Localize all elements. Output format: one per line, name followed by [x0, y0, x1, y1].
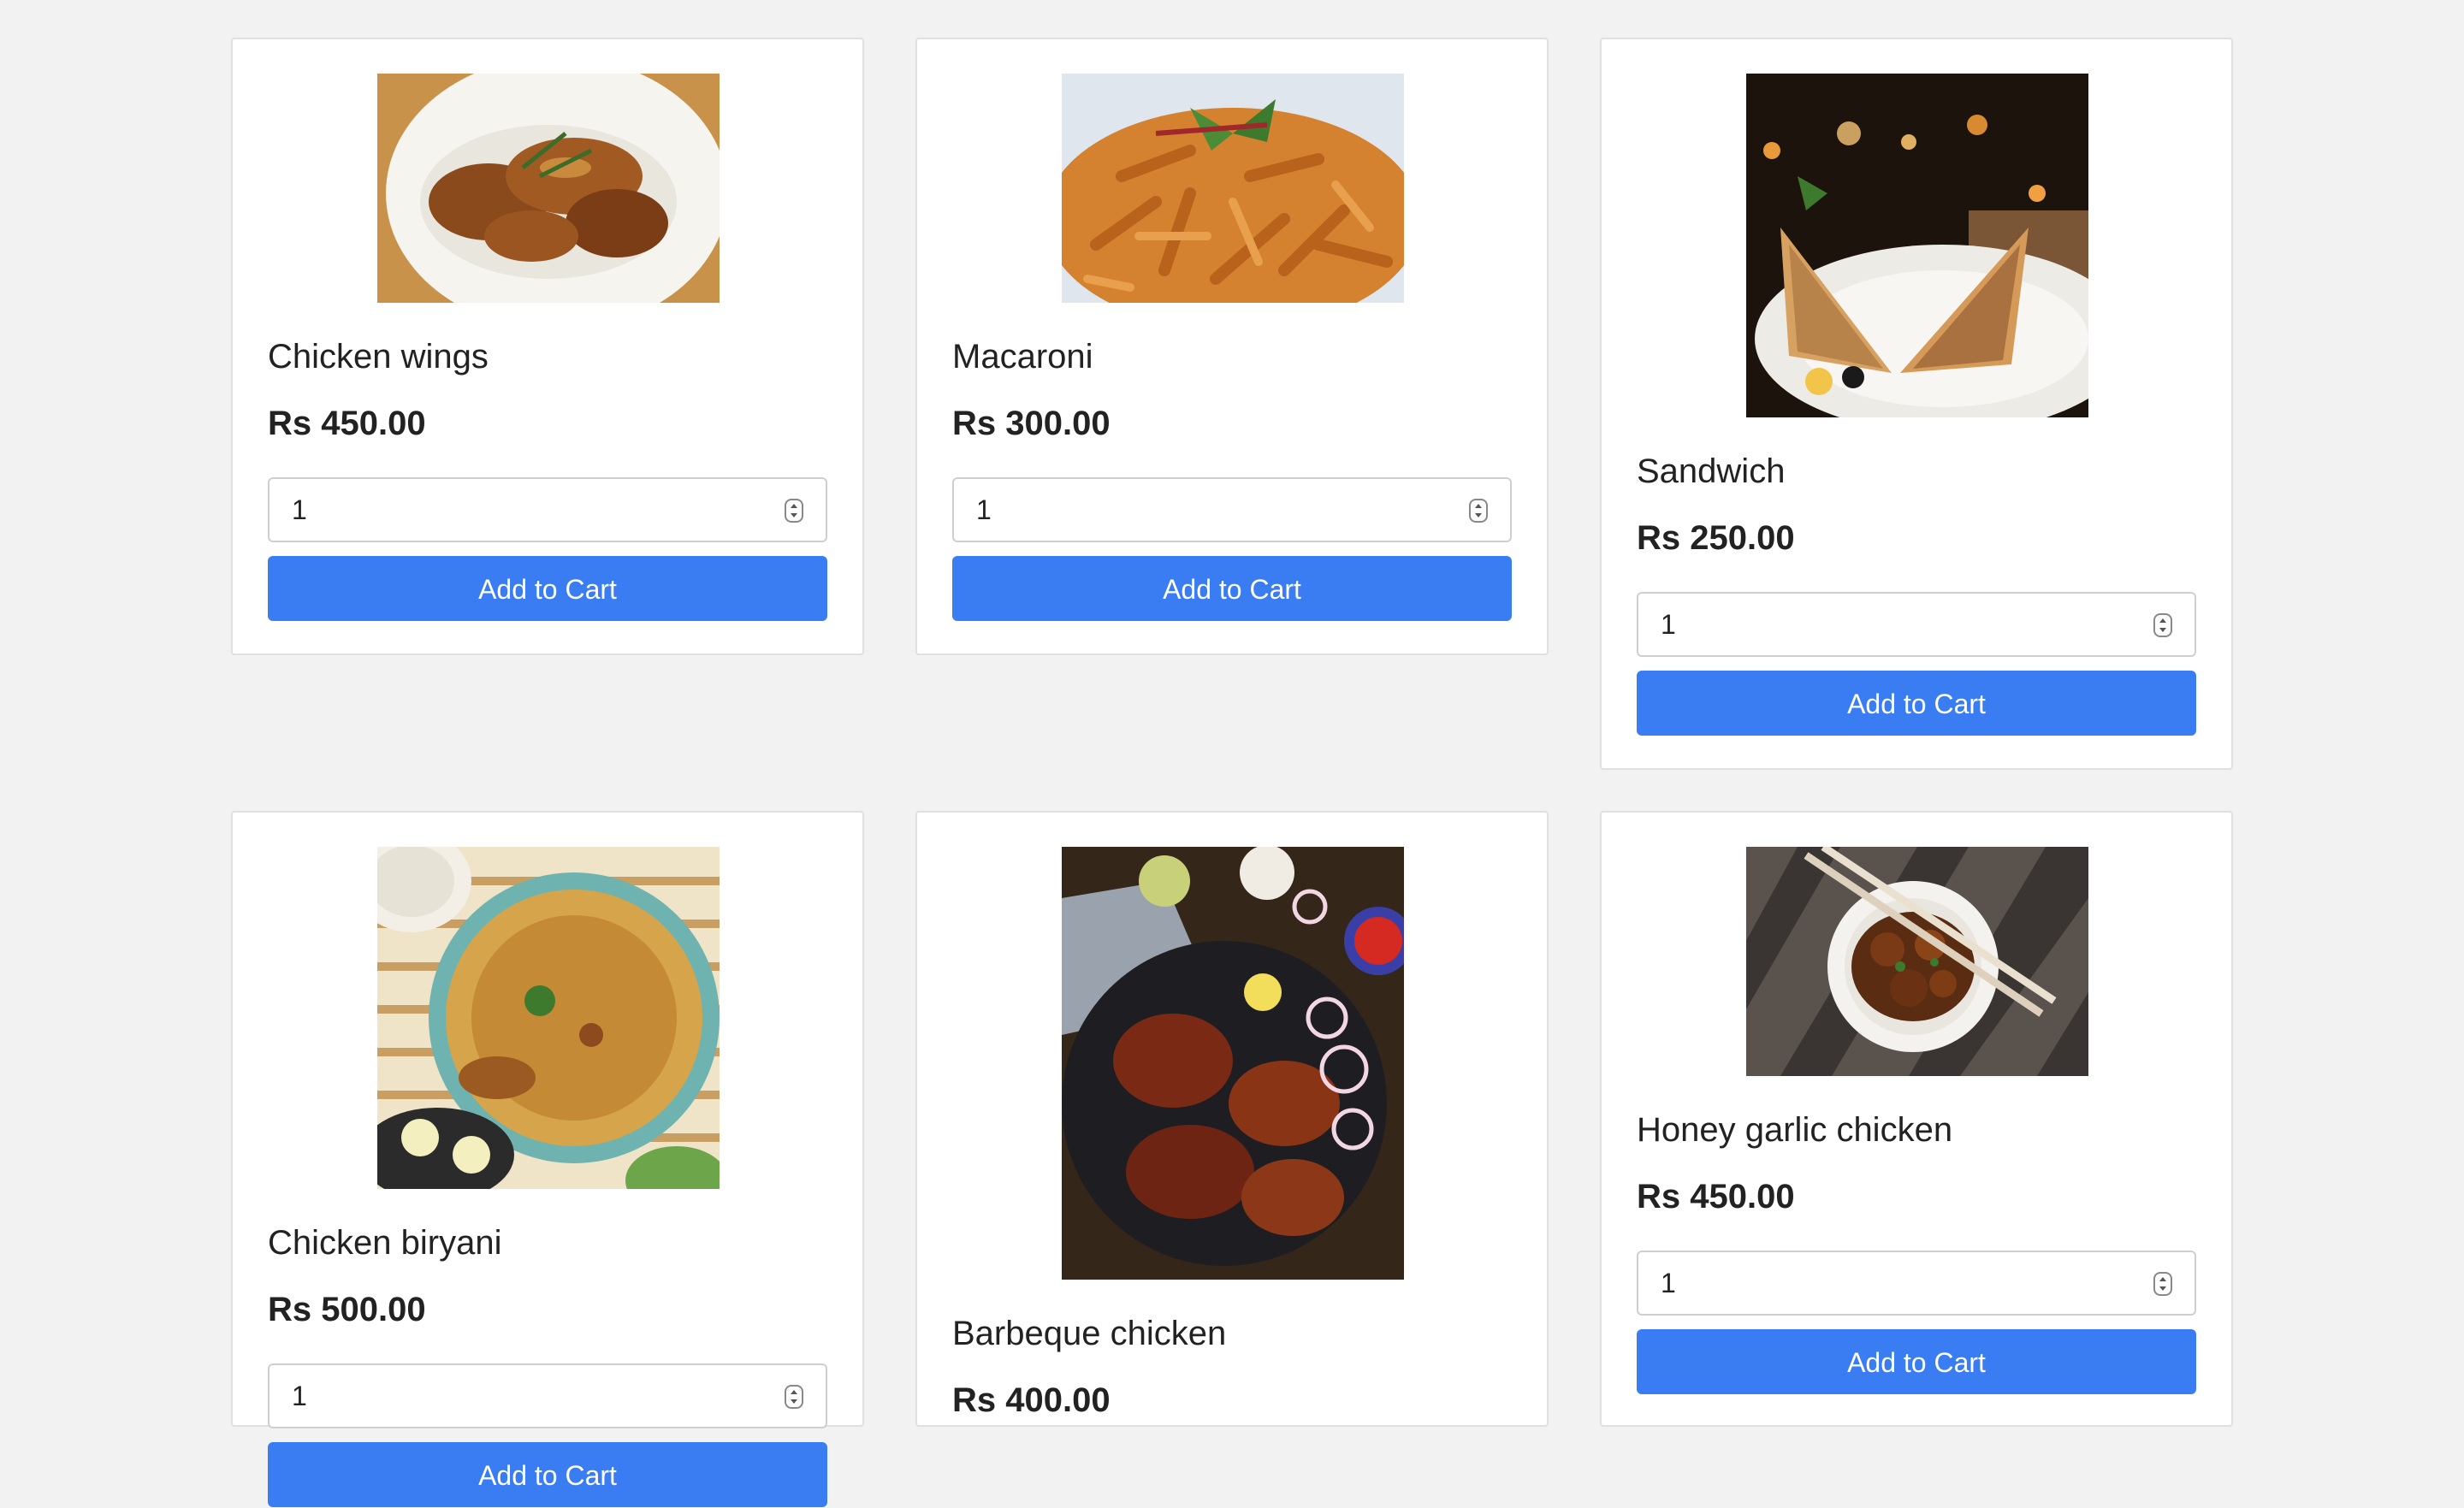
stepper-arrows-icon[interactable] [785, 499, 803, 523]
product-price: Rs 300.00 [952, 405, 1111, 442]
product-card: Chicken biryani Rs 500.00 1 Add to Cart [231, 811, 864, 1507]
quantity-value: 1 [976, 494, 992, 525]
quantity-value: 1 [1661, 609, 1676, 640]
quantity-value: 1 [1661, 1268, 1676, 1298]
product-name: Chicken wings [268, 338, 489, 376]
product-name: Chicken biryani [268, 1224, 502, 1262]
quantity-input[interactable]: 1 [268, 477, 827, 542]
product-card: Barbeque chicken Rs 400.00 [915, 811, 1549, 1427]
quantity-input[interactable]: 1 [1637, 1251, 2196, 1316]
product-card: Macaroni Rs 300.00 1 Add to Cart [915, 38, 1549, 655]
product-price: Rs 500.00 [268, 1291, 426, 1328]
product-image-sandwich [1746, 74, 2088, 417]
product-card: Sandwich Rs 250.00 1 Add to Cart [1600, 38, 2233, 770]
product-image-chicken-wings [377, 74, 720, 303]
add-to-cart-button[interactable]: Add to Cart [268, 556, 827, 621]
product-price: Rs 450.00 [1637, 1178, 1795, 1215]
product-card: Honey garlic chicken Rs 450.00 1 Add to … [1600, 811, 2233, 1427]
product-price: Rs 250.00 [1637, 519, 1795, 557]
quantity-input[interactable]: 1 [952, 477, 1512, 542]
product-image-barbeque-chicken [1062, 847, 1404, 1280]
quantity-value: 1 [292, 1381, 307, 1411]
product-name: Honey garlic chicken [1637, 1111, 1953, 1149]
product-image-honey-garlic-chicken [1746, 847, 2088, 1076]
add-to-cart-button[interactable]: Add to Cart [1637, 1329, 2196, 1394]
product-price: Rs 450.00 [268, 405, 426, 442]
product-name: Sandwich [1637, 452, 1786, 490]
product-name: Macaroni [952, 338, 1093, 376]
stepper-arrows-icon[interactable] [2153, 1272, 2172, 1296]
product-name: Barbeque chicken [952, 1315, 1227, 1352]
stepper-arrows-icon[interactable] [785, 1385, 803, 1409]
quantity-value: 1 [292, 494, 307, 525]
quantity-input[interactable]: 1 [1637, 592, 2196, 657]
product-card: Chicken wings Rs 450.00 1 Add to Cart [231, 38, 864, 655]
add-to-cart-button[interactable]: Add to Cart [952, 556, 1512, 621]
add-to-cart-button[interactable]: Add to Cart [1637, 671, 2196, 736]
product-image-chicken-biryani [377, 847, 720, 1189]
stepper-arrows-icon[interactable] [1469, 499, 1488, 523]
stepper-arrows-icon[interactable] [2153, 613, 2172, 637]
product-image-macaroni [1062, 74, 1404, 303]
quantity-input[interactable]: 1 [268, 1363, 827, 1428]
add-to-cart-button[interactable]: Add to Cart [268, 1442, 827, 1507]
product-price: Rs 400.00 [952, 1381, 1111, 1419]
